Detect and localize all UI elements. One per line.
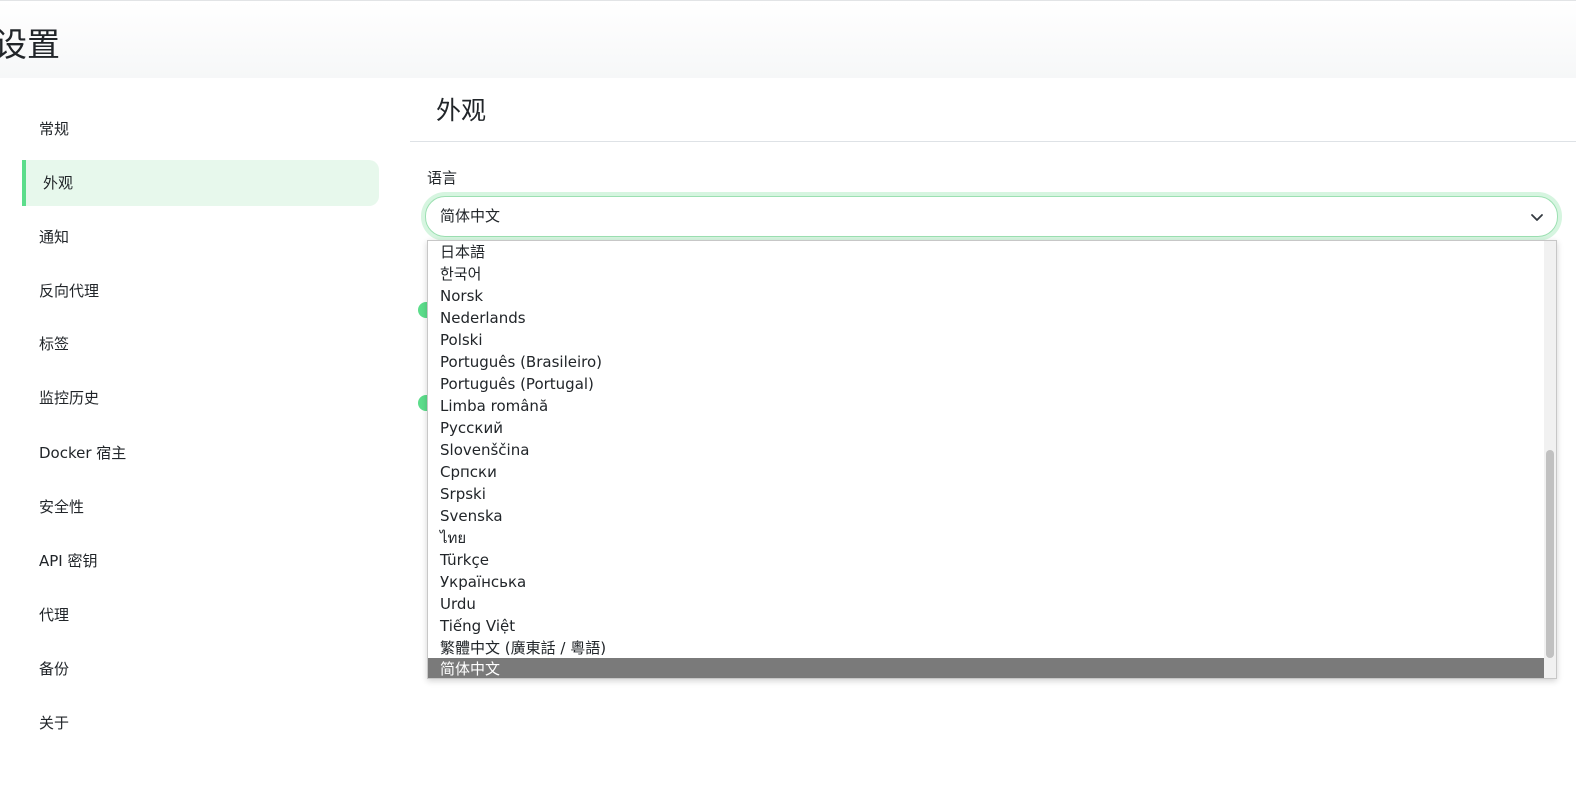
- language-option[interactable]: Polski: [428, 329, 1546, 351]
- sidebar-item-tags[interactable]: 标签: [22, 321, 379, 367]
- language-option[interactable]: Türkçe: [428, 549, 1546, 571]
- dropdown-scrollbar[interactable]: [1544, 241, 1556, 678]
- language-select-value: 简体中文: [440, 207, 501, 225]
- sidebar-item-monitor-history[interactable]: 监控历史: [22, 375, 379, 421]
- chevron-down-icon: [1529, 209, 1545, 225]
- sidebar-item-backup[interactable]: 备份: [22, 646, 379, 692]
- sidebar-item-api-keys[interactable]: API 密钥: [22, 538, 379, 584]
- language-option[interactable]: Українська: [428, 571, 1546, 593]
- language-option[interactable]: Српски: [428, 461, 1546, 483]
- language-option[interactable]: Limba română: [428, 395, 1546, 417]
- language-option-selected[interactable]: 简体中文: [428, 658, 1546, 678]
- language-option[interactable]: Русский: [428, 417, 1546, 439]
- language-option[interactable]: Svenska: [428, 505, 1546, 527]
- dropdown-scrollbar-thumb[interactable]: [1546, 450, 1554, 658]
- language-option[interactable]: Tiếng Việt: [428, 615, 1546, 637]
- language-label: 语言: [427, 169, 458, 187]
- language-option[interactable]: ไทย: [428, 527, 1546, 549]
- sidebar-item-general[interactable]: 常规: [22, 106, 379, 152]
- sidebar-item-about[interactable]: 关于: [22, 700, 379, 746]
- language-option[interactable]: Srpski: [428, 483, 1546, 505]
- language-option[interactable]: 한국어: [428, 263, 1546, 285]
- sidebar-item-reverse-proxy[interactable]: 反向代理: [22, 268, 379, 314]
- section-divider: [410, 141, 1576, 142]
- sidebar-item-security[interactable]: 安全性: [22, 484, 379, 530]
- top-header: 设置: [0, 0, 1576, 78]
- sidebar-item-appearance[interactable]: 外观: [22, 160, 379, 206]
- sidebar-item-notifications[interactable]: 通知: [22, 214, 379, 260]
- section-title: 外观: [436, 96, 487, 125]
- language-option[interactable]: Urdu: [428, 593, 1546, 615]
- language-dropdown-list[interactable]: 日本語 한국어 Norsk Nederlands Polski Portuguê…: [427, 240, 1557, 679]
- language-option[interactable]: 繁體中文 (廣東話 / 粵語): [428, 637, 1546, 659]
- language-select[interactable]: 简体中文: [425, 196, 1558, 237]
- language-option[interactable]: Português (Portugal): [428, 373, 1546, 395]
- page-title: 设置: [0, 25, 60, 64]
- language-option[interactable]: 日本語: [428, 241, 1546, 263]
- sidebar-item-proxies[interactable]: 代理: [22, 592, 379, 638]
- settings-panel: 常规 外观 通知 反向代理 标签 监控历史 Docker 宿主 安全性 API …: [0, 78, 1576, 791]
- language-option[interactable]: Slovenščina: [428, 439, 1546, 461]
- language-option[interactable]: Nederlands: [428, 307, 1546, 329]
- language-option[interactable]: Norsk: [428, 285, 1546, 307]
- language-option[interactable]: Português (Brasileiro): [428, 351, 1546, 373]
- sidebar-item-docker-hosts[interactable]: Docker 宿主: [22, 430, 379, 476]
